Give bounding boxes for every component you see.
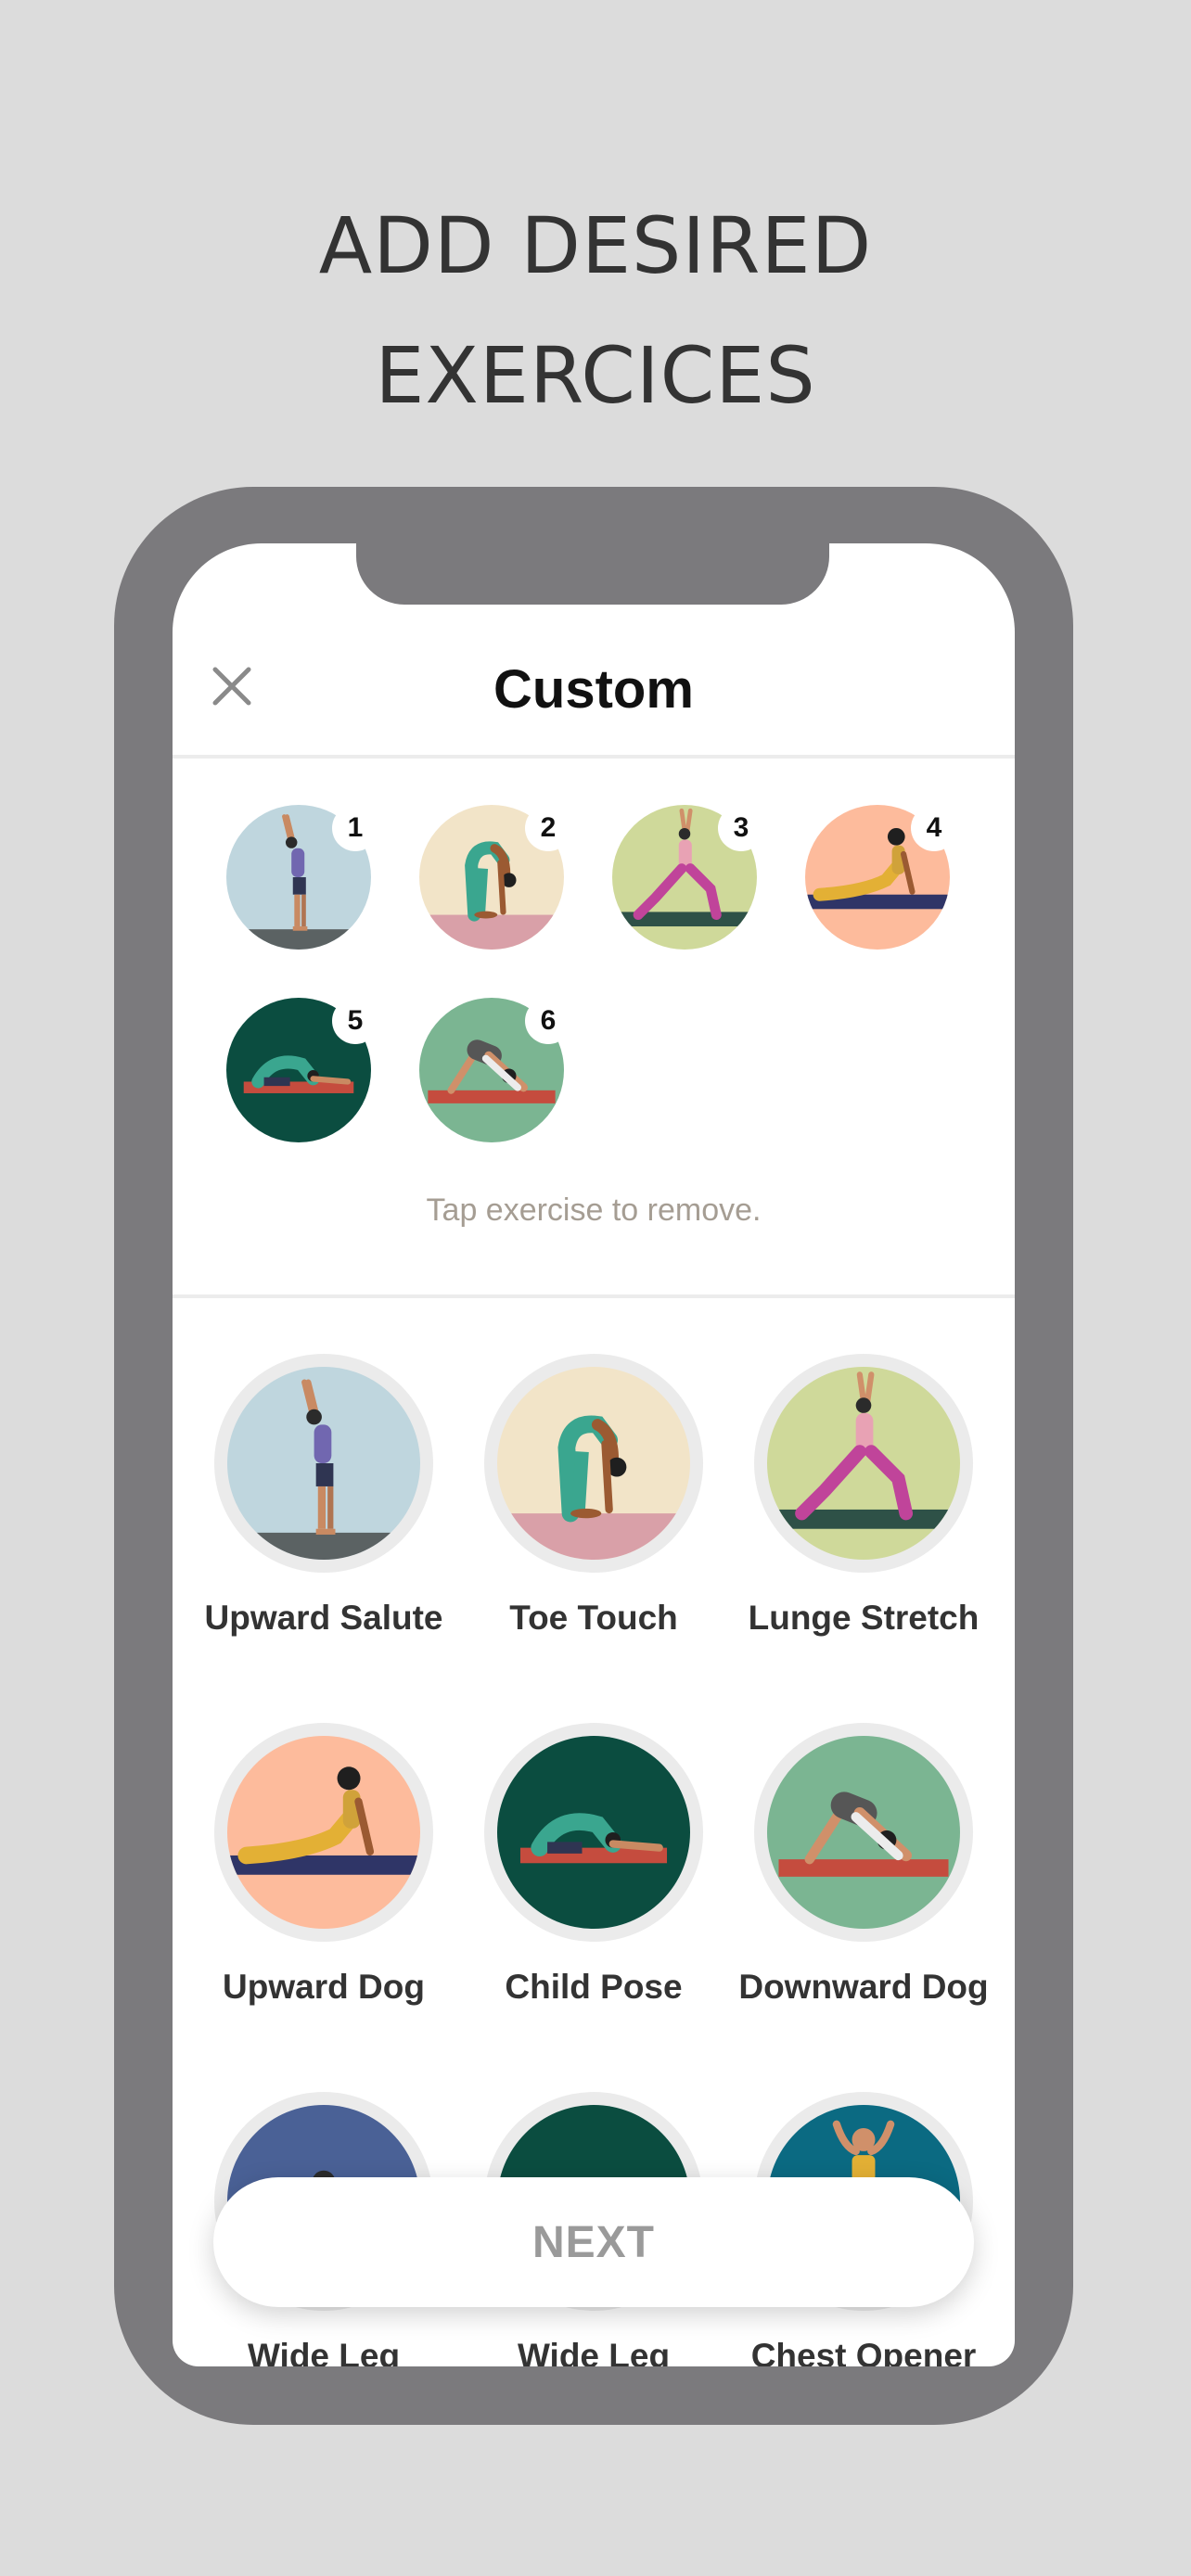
exercise-label: Toe Touch [509, 1599, 678, 1637]
remove-hint: Tap exercise to remove. [426, 1192, 762, 1228]
order-badge: 4 [911, 805, 957, 851]
exercise-toe-touch[interactable]: Toe Touch [484, 1354, 703, 1643]
exercise-lunge-stretch[interactable]: Lunge Stretch [749, 1354, 979, 1643]
exercise-child-pose[interactable]: Child Pose [484, 1723, 703, 2012]
top-bar: Custom [173, 618, 1015, 757]
page-title: Custom [493, 659, 694, 720]
top-divider [173, 755, 1015, 759]
order-badge: 2 [525, 805, 571, 851]
downward-dog-illustration [767, 1736, 960, 1929]
selected-exercise-6[interactable]: 6 [419, 998, 571, 1142]
phone-notch [356, 543, 829, 605]
exercise-downward-dog[interactable]: Downward Dog [738, 1723, 989, 2012]
next-button[interactable]: NEXT [213, 2177, 974, 2307]
upward-dog-illustration [227, 1736, 420, 1929]
headline-line-1: ADD DESIRED [318, 200, 873, 291]
exercise-label: Downward Dog [738, 1968, 989, 2006]
app-screen: Custom 1 2 3 4 5 6 Tap exercise to remov… [173, 543, 1015, 2366]
selected-exercise-5[interactable]: 5 [226, 998, 378, 1142]
exercise-label: Lunge Stretch [748, 1599, 980, 1637]
exercise-label: Wide Leg [517, 2337, 671, 2366]
selected-exercise-1[interactable]: 1 [226, 805, 378, 950]
child-pose-illustration [497, 1736, 690, 1929]
order-badge: 1 [332, 805, 378, 851]
exercise-label: Wide Leg [247, 2337, 401, 2366]
exercise-label: Chest Opener [750, 2337, 977, 2366]
selected-exercise-4[interactable]: 4 [805, 805, 957, 950]
headline-line-2: EXERCICES [375, 330, 816, 421]
order-badge: 5 [332, 998, 378, 1044]
selected-exercise-2[interactable]: 2 [419, 805, 571, 950]
headline: ADD DESIRED EXERCICES [0, 181, 1191, 440]
selected-exercise-3[interactable]: 3 [612, 805, 764, 950]
order-badge: 3 [718, 805, 764, 851]
order-badge: 6 [525, 998, 571, 1044]
exercise-upward-salute[interactable]: Upward Salute [205, 1354, 443, 1643]
lunge-stretch-illustration [767, 1367, 960, 1560]
upward-salute-illustration [227, 1367, 420, 1560]
toe-touch-illustration [497, 1367, 690, 1560]
section-divider [173, 1294, 1015, 1298]
exercise-label: Upward Salute [204, 1599, 443, 1637]
exercise-label: Upward Dog [223, 1968, 425, 2006]
exercise-label: Child Pose [505, 1968, 683, 2006]
exercise-upward-dog[interactable]: Upward Dog [214, 1723, 433, 2012]
